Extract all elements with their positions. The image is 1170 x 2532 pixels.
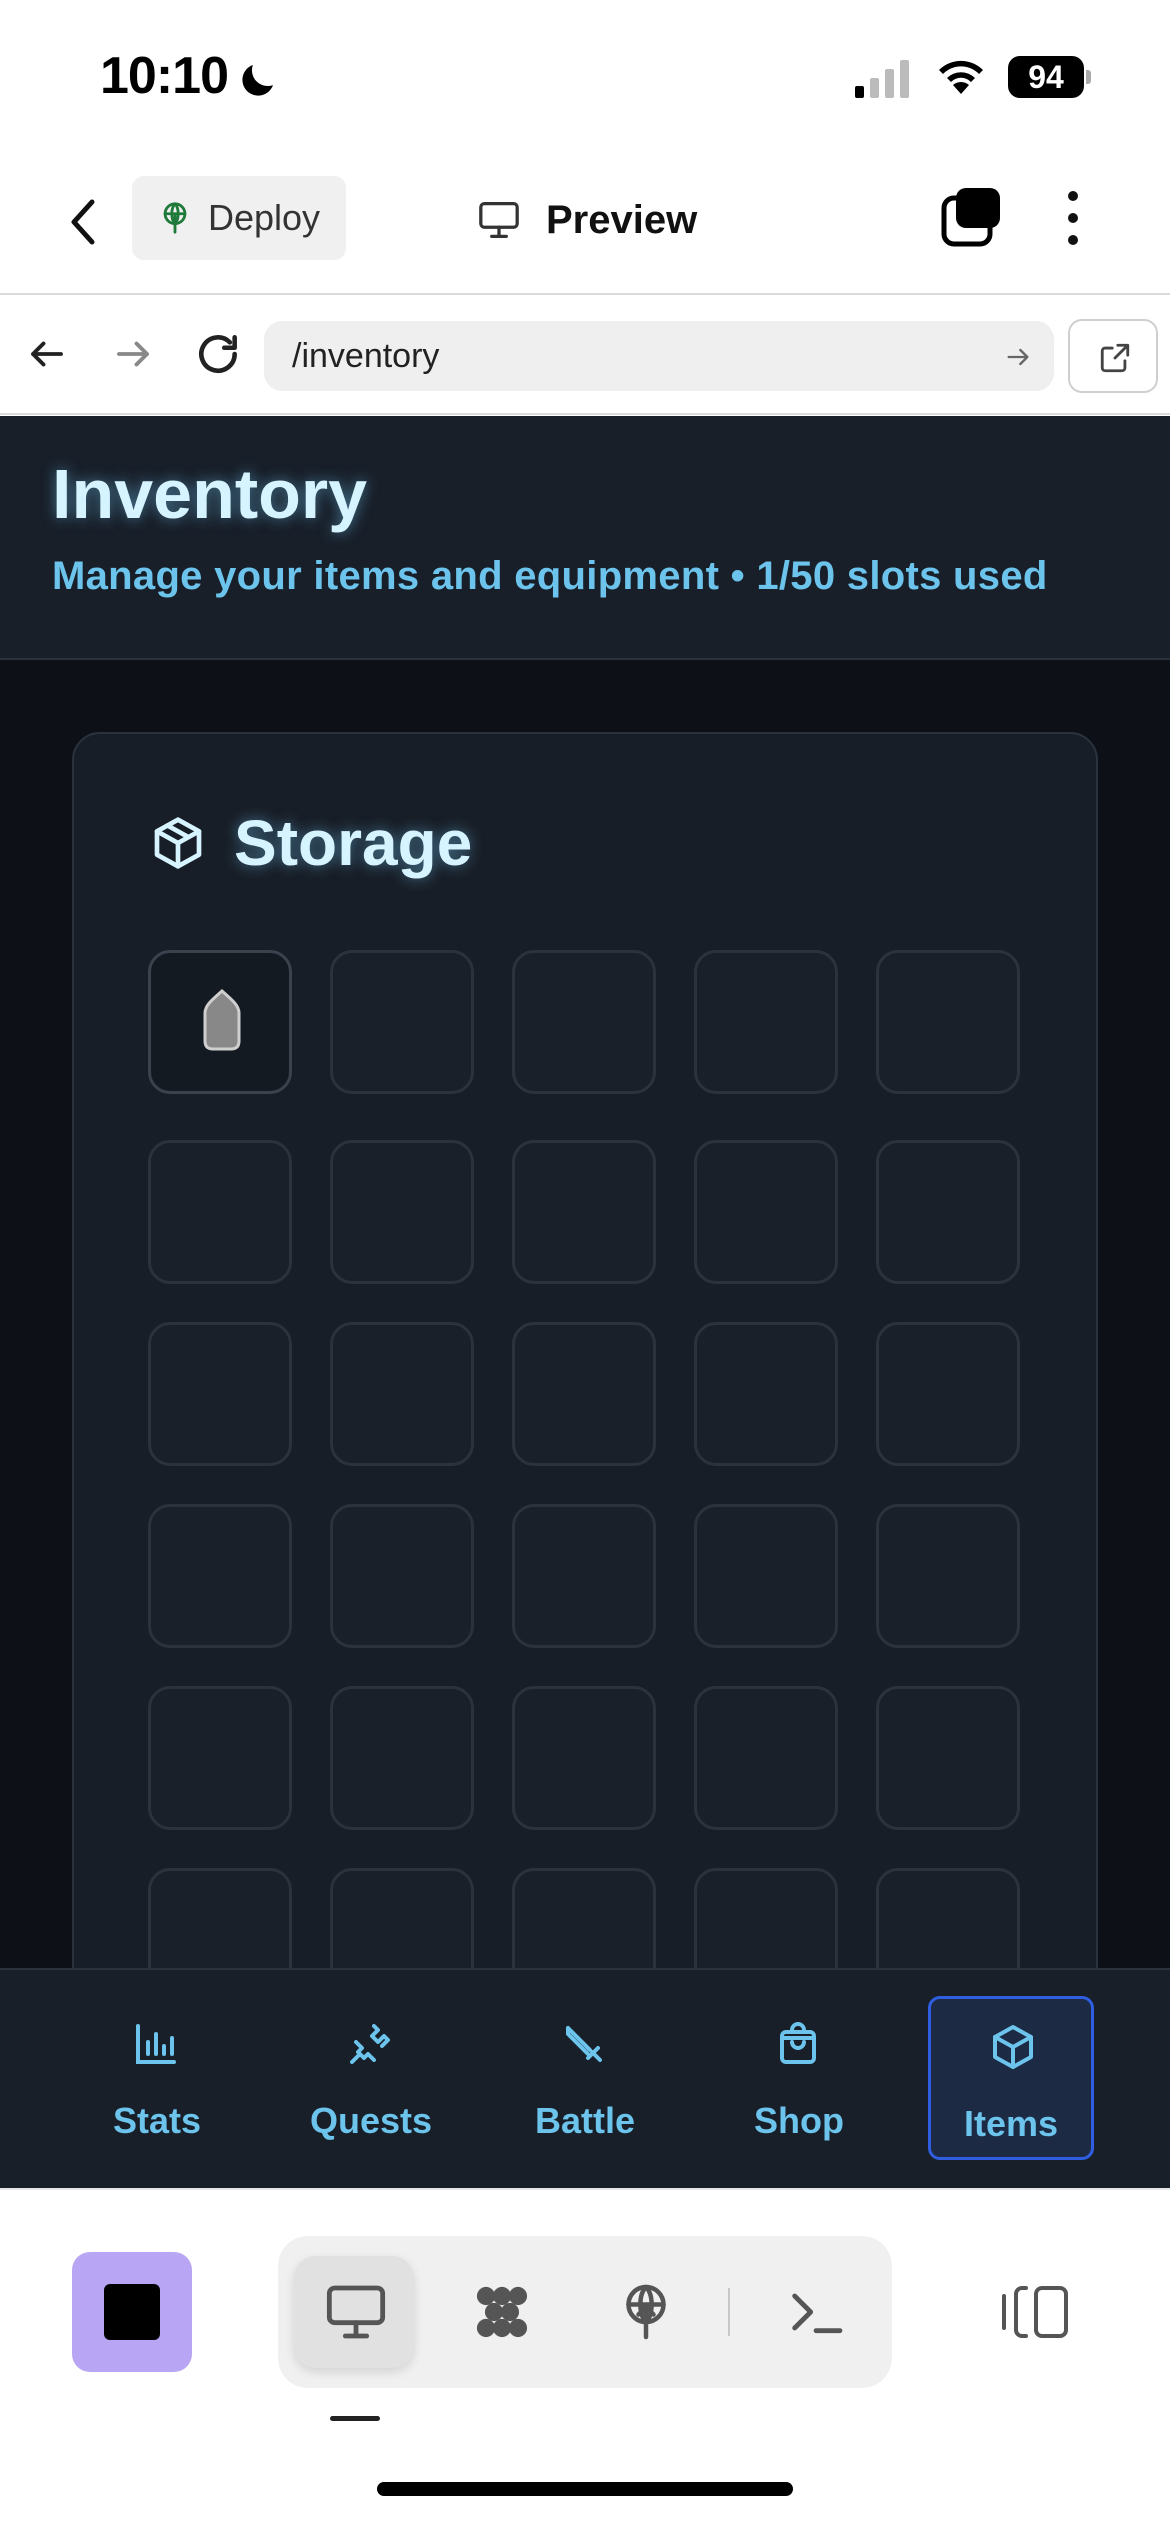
inventory-slot[interactable] — [512, 1686, 656, 1830]
inventory-slot[interactable] — [694, 950, 838, 1094]
bar-chart-icon — [136, 2024, 176, 2064]
inventory-slot[interactable] — [876, 1686, 1020, 1830]
cellular-signal-icon — [855, 60, 909, 98]
battery-tip — [1086, 70, 1091, 84]
deploy-icon — [626, 2284, 666, 2340]
terminal-icon — [792, 2293, 843, 2334]
map-icon — [350, 2024, 390, 2064]
inventory-slot[interactable] — [330, 950, 474, 1094]
inventory-slot[interactable] — [512, 950, 656, 1094]
wifi-icon — [939, 60, 983, 94]
page-header: Inventory Manage your items and equipmen… — [0, 416, 1170, 660]
inventory-slot[interactable] — [512, 1504, 656, 1648]
nav-label-battle: Battle — [534, 2100, 636, 2141]
inventory-slot[interactable] — [694, 1504, 838, 1648]
grid-icon — [476, 2286, 528, 2338]
inventory-slot[interactable] — [148, 1322, 292, 1466]
segment-divider — [728, 2288, 730, 2336]
inventory-slot[interactable] — [512, 1140, 656, 1284]
inventory-slot[interactable] — [330, 1686, 474, 1830]
segment-workspace[interactable] — [440, 2256, 560, 2368]
package-icon — [993, 2025, 1033, 2069]
monitor-icon — [479, 201, 519, 238]
arrow-left-icon[interactable] — [26, 333, 68, 375]
nav-label-shop: Shop — [754, 2100, 844, 2141]
deploy-icon — [163, 202, 187, 234]
inventory-slot[interactable] — [876, 950, 1020, 1094]
nav-item-shop[interactable]: Shop — [716, 1996, 882, 2160]
potion-icon — [203, 989, 241, 1051]
nav-item-battle[interactable]: Battle — [502, 1996, 668, 2160]
page-title: Inventory — [52, 455, 368, 533]
active-segment-indicator — [330, 2416, 380, 2421]
inventory-slot[interactable] — [148, 1504, 292, 1648]
tabs-icon[interactable] — [940, 186, 1002, 248]
view-switcher — [278, 2236, 892, 2388]
segment-terminal[interactable] — [754, 2256, 874, 2368]
battery-indicator: 94 — [1008, 56, 1091, 98]
shopping-bag-icon — [780, 2022, 816, 2064]
stop-button[interactable] — [72, 2252, 192, 2372]
go-arrow-icon[interactable] — [1004, 343, 1032, 371]
web-content: Inventory Manage your items and equipmen… — [0, 416, 1170, 2188]
inventory-slot[interactable] — [694, 1686, 838, 1830]
battery-level: 94 — [1008, 56, 1084, 98]
nav-label-stats: Stats — [112, 2100, 202, 2141]
storage-header: Storage — [150, 806, 472, 880]
segment-deploy[interactable] — [584, 2256, 704, 2368]
inventory-slot[interactable] — [330, 1504, 474, 1648]
nav-item-quests[interactable]: Quests — [288, 1996, 454, 2160]
status-bar: 10:10 94 — [0, 0, 1170, 150]
reload-icon[interactable] — [193, 329, 243, 379]
preview-tab[interactable]: Preview — [476, 190, 697, 250]
inventory-slot[interactable] — [694, 1322, 838, 1466]
inventory-slot[interactable] — [148, 1140, 292, 1284]
url-text[interactable]: /inventory — [292, 337, 439, 376]
storage-title: Storage — [234, 807, 473, 879]
back-chevron-icon[interactable] — [62, 192, 106, 252]
arrow-right-icon[interactable] — [112, 333, 154, 375]
open-external-button[interactable] — [1068, 319, 1158, 393]
inventory-slot[interactable] — [876, 1504, 1020, 1648]
inventory-slot[interactable] — [148, 1686, 292, 1830]
monitor-icon — [326, 2285, 386, 2339]
more-options-icon[interactable] — [1066, 188, 1080, 248]
status-time: 10:10 — [100, 47, 229, 105]
inventory-slot[interactable] — [876, 1322, 1020, 1466]
inventory-slot[interactable] — [694, 1140, 838, 1284]
deploy-label: Deploy — [208, 197, 321, 238]
inventory-slot[interactable] — [330, 1322, 474, 1466]
inventory-slot[interactable] — [148, 950, 292, 1094]
page-subtitle: Manage your items and equipment • 1/50 s… — [52, 554, 1048, 598]
segment-preview[interactable] — [294, 2256, 414, 2368]
stop-icon — [104, 2284, 160, 2340]
preview-title: Preview — [546, 197, 698, 242]
inventory-slot[interactable] — [512, 1322, 656, 1466]
package-icon — [154, 817, 202, 869]
app-bar: Deploy Preview — [0, 150, 1170, 295]
external-link-icon — [1100, 343, 1130, 373]
split-view-icon[interactable] — [1000, 2282, 1070, 2342]
inventory-slot[interactable] — [330, 1140, 474, 1284]
inventory-slot[interactable] — [876, 1140, 1020, 1284]
nav-label-items: Items — [963, 2103, 1059, 2144]
native-toolbar — [0, 2188, 1170, 2532]
nav-label-quests: Quests — [309, 2100, 433, 2141]
url-bar[interactable]: /inventory — [264, 321, 1054, 391]
moon-icon — [242, 65, 273, 96]
browser-bar: /inventory — [0, 297, 1170, 415]
sword-icon — [566, 2026, 602, 2062]
nav-item-stats[interactable]: Stats — [74, 1996, 240, 2160]
home-indicator — [377, 2482, 793, 2496]
deploy-button[interactable]: Deploy — [132, 176, 346, 260]
app-bottom-nav: Stats Quests Battle Shop Items — [0, 1968, 1170, 2188]
nav-item-items[interactable]: Items — [928, 1996, 1094, 2160]
